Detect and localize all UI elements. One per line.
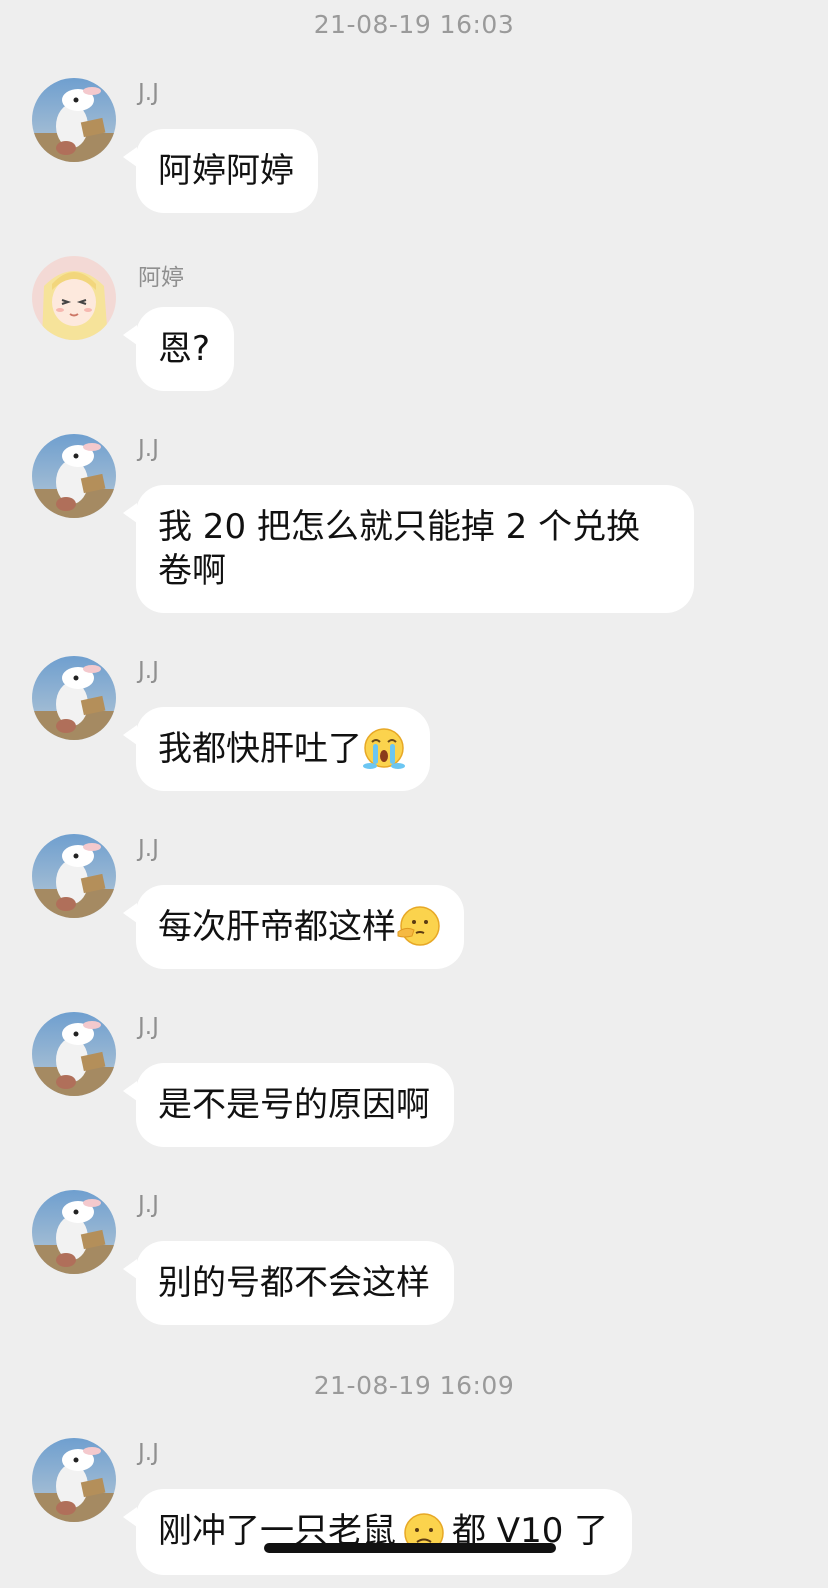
message-text: 每次肝帝都这样 — [158, 907, 396, 947]
bubble-tail — [123, 1507, 137, 1527]
sender-name: J.J — [138, 658, 159, 684]
message-bubble[interactable]: 刚冲了一只老鼠 都 V10 了 — [136, 1489, 633, 1575]
message-bubble[interactable]: 我都快肝吐了 — [136, 707, 430, 791]
message-bubble[interactable]: 我 20 把怎么就只能掉 2 个兑换卷啊 — [136, 485, 694, 613]
sender-name: 阿婷 — [138, 265, 184, 291]
message-bubble[interactable]: 别的号都不会这样 — [136, 1241, 454, 1325]
bubble-tail — [123, 725, 137, 745]
shushing-emoji — [397, 905, 440, 946]
message-text: 是不是号的原因啊 — [158, 1085, 430, 1125]
bubble-tail — [123, 1081, 137, 1101]
timestamp: 21-08-19 16:09 — [313, 1371, 515, 1400]
rabbit-avatar[interactable] — [32, 1190, 116, 1274]
sender-name: J.J — [138, 1192, 159, 1218]
message-text: 恩? — [158, 329, 211, 369]
rabbit-avatar[interactable] — [32, 434, 116, 518]
home-indicator[interactable] — [264, 1543, 556, 1553]
rabbit-avatar[interactable] — [32, 78, 116, 162]
rabbit-avatar[interactable] — [32, 834, 116, 918]
sender-name: J.J — [138, 1440, 159, 1466]
sender-name: J.J — [138, 436, 159, 462]
message-text: 阿婷阿婷 — [158, 151, 294, 191]
rabbit-avatar[interactable] — [32, 656, 116, 740]
bubble-tail — [123, 147, 137, 167]
sender-name: J.J — [138, 1014, 159, 1040]
message-text: 我都快肝吐了 — [158, 729, 362, 769]
bubble-tail — [123, 503, 137, 523]
message-bubble[interactable]: 恩? — [136, 307, 235, 391]
message-text: 别的号都不会这样 — [158, 1263, 430, 1303]
message-bubble[interactable]: 是不是号的原因啊 — [136, 1063, 454, 1147]
bubble-tail — [123, 903, 137, 923]
rabbit-avatar[interactable] — [32, 1438, 116, 1522]
message-bubble[interactable]: 阿婷阿婷 — [136, 129, 318, 213]
crying-emoji — [363, 727, 405, 769]
message-bubble[interactable]: 每次肝帝都这样 — [136, 885, 464, 969]
sender-name: J.J — [138, 80, 159, 106]
anime-girl-avatar[interactable] — [32, 256, 116, 340]
rabbit-avatar[interactable] — [32, 1012, 116, 1096]
bubble-tail — [123, 325, 137, 345]
message-text: 我 20 把怎么就只能掉 2 个兑换卷啊 — [158, 507, 641, 591]
timestamp: 21-08-19 16:03 — [313, 10, 515, 39]
bubble-tail — [123, 1259, 137, 1279]
sender-name: J.J — [138, 836, 159, 862]
